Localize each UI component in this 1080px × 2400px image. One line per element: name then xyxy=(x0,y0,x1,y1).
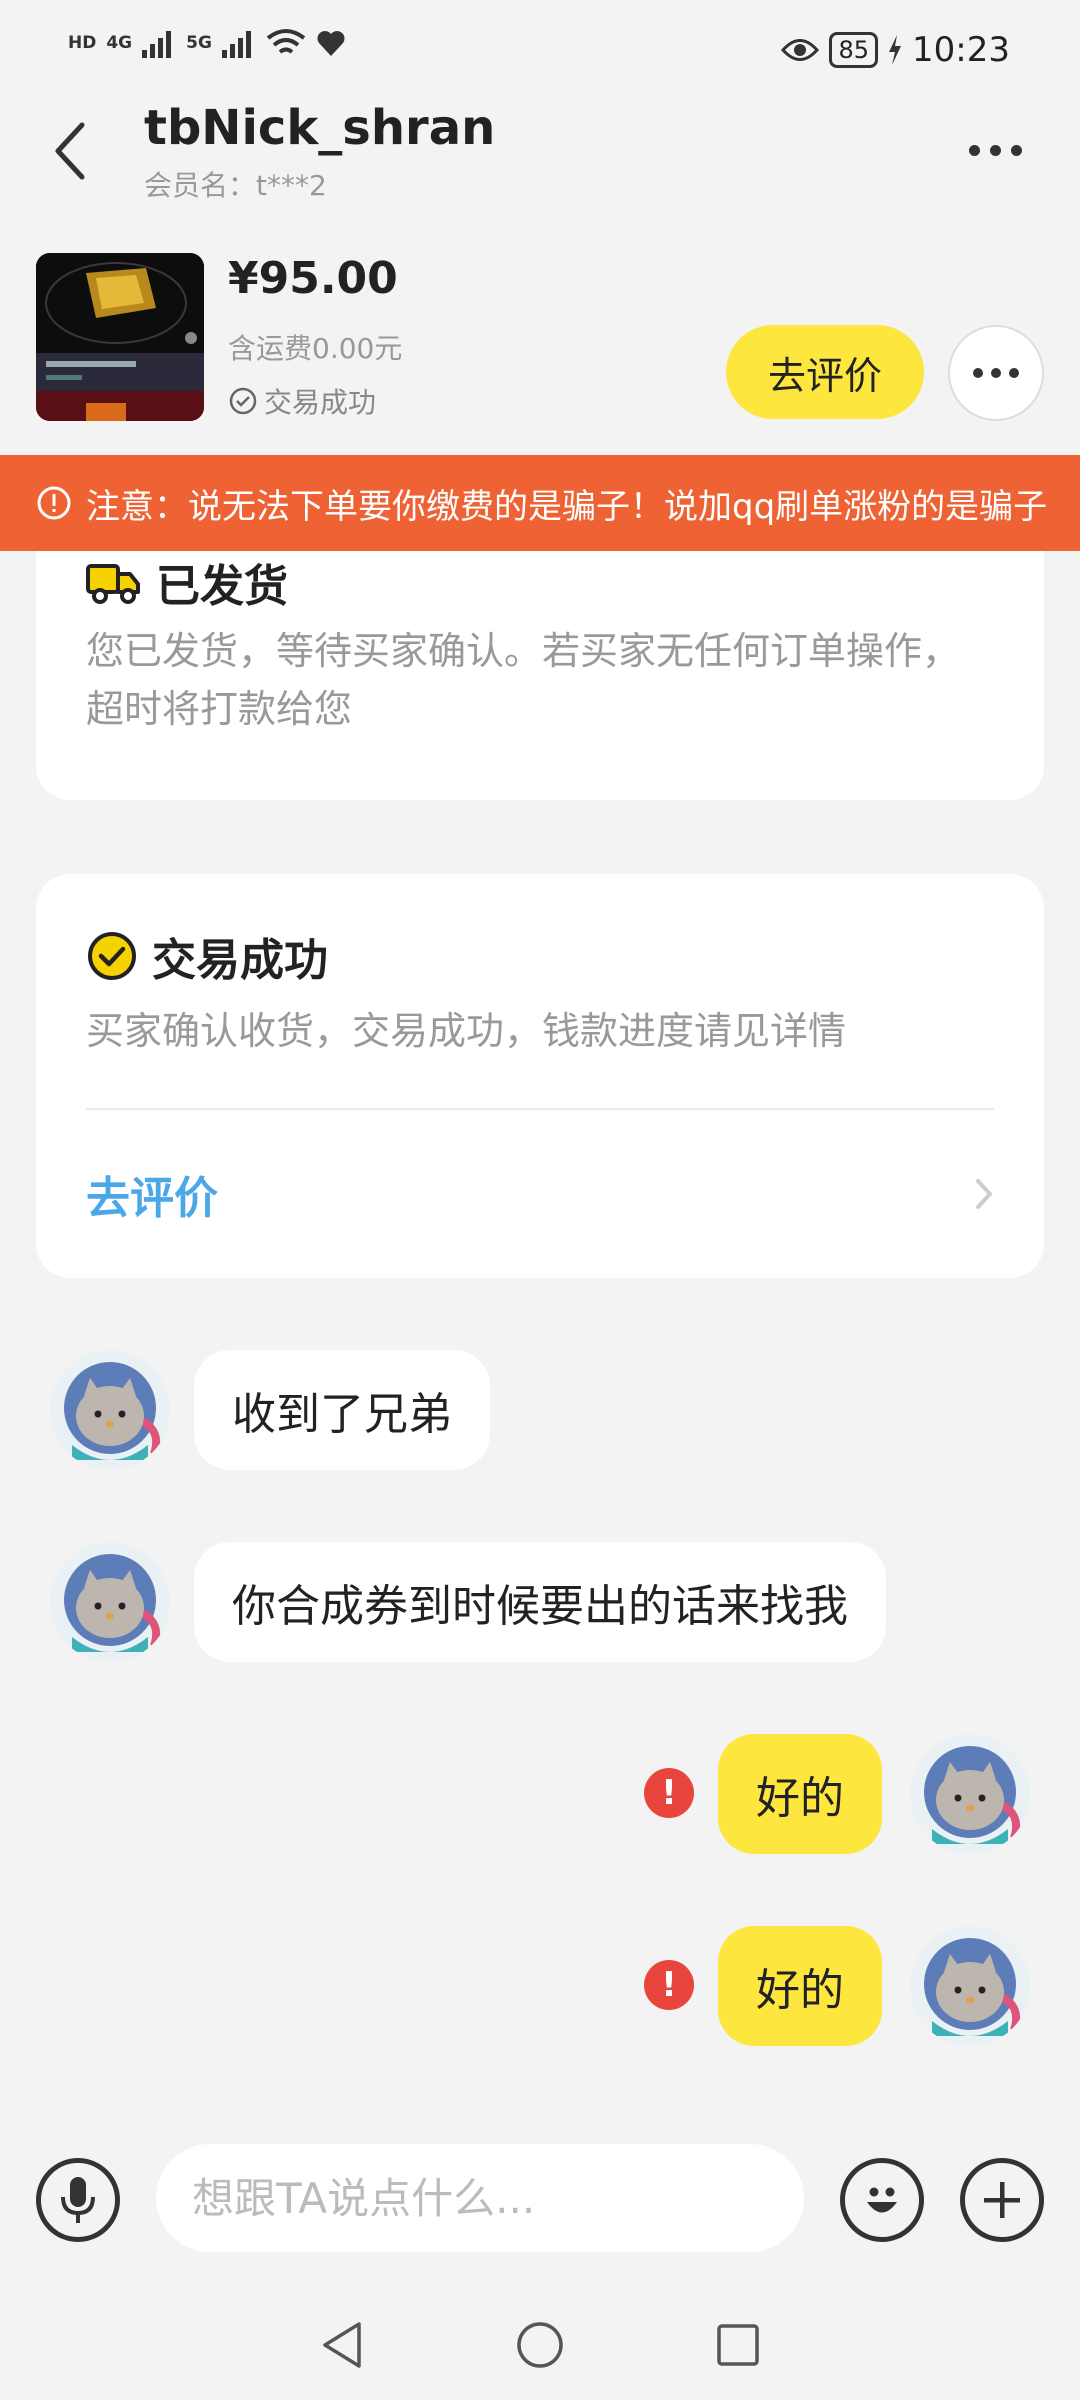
message-bubble-outgoing[interactable]: 好的 xyxy=(718,1926,882,2046)
product-price: ¥95.00 xyxy=(228,253,398,304)
heart-icon xyxy=(317,31,345,56)
contact-avatar[interactable] xyxy=(50,1350,170,1470)
network-5g-label: 5G xyxy=(186,33,212,53)
dot xyxy=(973,368,983,378)
wifi-icon xyxy=(266,29,306,54)
system-navigation-bar xyxy=(0,2290,1080,2400)
clock: 10:23 xyxy=(912,30,1010,70)
message-bubble-outgoing[interactable]: 好的 xyxy=(718,1734,882,1854)
shipped-card: 已发货 您已发货，等待买家确认。若买家无任何订单操作，超时将打款给您 xyxy=(36,540,1044,800)
emoji-button[interactable] xyxy=(840,2158,924,2242)
dot xyxy=(1009,368,1019,378)
order-status: 交易成功 xyxy=(228,381,376,421)
alert-circle-icon xyxy=(37,486,71,520)
message-input-bar xyxy=(0,2140,1080,2290)
trade-success-card: 交易成功 买家确认收货，交易成功，钱款进度请见详情 去评价 xyxy=(36,874,1044,1278)
my-avatar[interactable] xyxy=(910,1734,1030,1854)
plus-icon xyxy=(984,2182,1020,2218)
send-failed-icon[interactable]: ! xyxy=(644,1960,694,2010)
dot xyxy=(989,144,1001,156)
product-image xyxy=(36,253,204,421)
success-title-row: 交易成功 xyxy=(86,924,328,988)
status-left: HD 4G 5G xyxy=(68,28,346,58)
check-circle-icon xyxy=(229,387,257,415)
nav-back-icon[interactable] xyxy=(319,2320,365,2370)
cat-avatar-icon xyxy=(910,1926,1030,2046)
dot xyxy=(1010,144,1022,156)
go-review-label: 去评价 xyxy=(86,1173,218,1224)
contact-avatar[interactable] xyxy=(50,1542,170,1662)
message-input[interactable] xyxy=(156,2144,804,2252)
microphone-icon xyxy=(61,2177,95,2223)
charging-icon xyxy=(889,35,902,65)
smiley-icon xyxy=(867,2187,897,2213)
cat-avatar-icon xyxy=(910,1734,1030,1854)
warning-text: 注意：说无法下单要你缴费的是骗子！说加qq刷单涨粉的是骗子 xyxy=(86,486,1048,527)
success-description: 买家确认收货，交易成功，钱款进度请见详情 xyxy=(86,1009,847,1053)
eye-icon xyxy=(781,39,820,61)
success-title: 交易成功 xyxy=(152,935,328,986)
message-bubble-incoming[interactable]: 你合成券到时候要出的话来找我 xyxy=(194,1542,886,1662)
shipped-description: 您已发货，等待买家确认。若买家无任何订单操作，超时将打款给您 xyxy=(86,629,961,731)
product-more-button[interactable] xyxy=(948,325,1044,421)
check-circle-icon xyxy=(88,932,136,980)
shipped-title: 已发货 xyxy=(156,561,288,612)
product-thumbnail[interactable] xyxy=(36,253,204,421)
more-actions-button[interactable] xyxy=(960,2158,1044,2242)
status-bar: HD 4G 5G 85 10:23 xyxy=(0,0,1080,100)
member-name: 会员名：t***2 xyxy=(144,169,327,202)
truck-icon xyxy=(86,564,140,604)
message-bubble-incoming[interactable]: 收到了兄弟 xyxy=(194,1350,490,1470)
signal-icon xyxy=(221,31,251,58)
send-failed-icon[interactable]: ! xyxy=(644,1768,694,1818)
battery-indicator: 85 xyxy=(829,32,879,68)
hd-label: HD xyxy=(68,33,97,53)
fraud-warning-banner: 注意：说无法下单要你缴费的是骗子！说加qq刷单涨粉的是骗子 xyxy=(0,455,1080,551)
go-review-link[interactable]: 去评价 xyxy=(86,1110,994,1278)
shipping-fee: 含运费0.00元 xyxy=(228,332,403,365)
chat-header: tbNick_shran 会员名：t***2 xyxy=(0,100,1080,210)
review-button[interactable]: 去评价 xyxy=(726,325,924,419)
chevron-right-icon xyxy=(976,1179,993,1209)
more-options-button[interactable] xyxy=(960,120,1030,180)
back-button[interactable] xyxy=(40,116,100,186)
dot xyxy=(991,368,1001,378)
voice-button[interactable] xyxy=(36,2158,120,2242)
nav-home-icon[interactable] xyxy=(515,2320,565,2370)
chevron-left-icon xyxy=(55,122,85,180)
dot xyxy=(968,144,980,156)
order-status-label: 交易成功 xyxy=(264,386,377,419)
my-avatar[interactable] xyxy=(910,1926,1030,2046)
cat-avatar-icon xyxy=(50,1350,170,1470)
shipped-title-row: 已发货 xyxy=(86,550,288,614)
status-right: 85 10:23 xyxy=(781,30,1010,70)
product-summary: ¥95.00 含运费0.00元 交易成功 去评价 xyxy=(0,245,1080,425)
network-4g-label: 4G xyxy=(106,33,133,53)
contact-nickname: tbNick_shran xyxy=(144,100,496,156)
nav-recents-icon[interactable] xyxy=(715,2322,761,2368)
signal-icon xyxy=(142,31,172,58)
cat-avatar-icon xyxy=(50,1542,170,1662)
